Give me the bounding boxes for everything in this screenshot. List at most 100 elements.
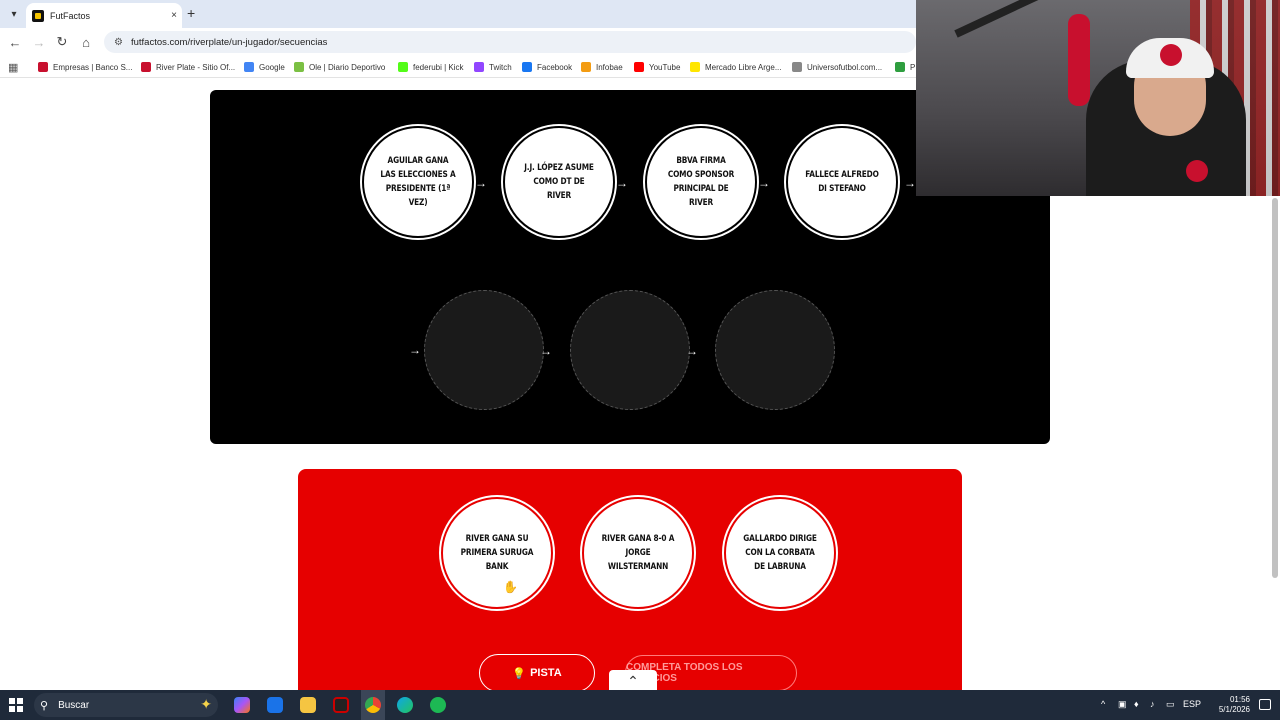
sequence-slot-filled[interactable]: J.J. LÓPEZ ASUME COMO DT DE RIVER	[503, 126, 615, 238]
chrome-icon[interactable]	[365, 697, 381, 713]
spotify-icon[interactable]	[430, 697, 446, 713]
hint-button[interactable]: 💡 PISTA	[479, 654, 595, 692]
bookmark-label: federubi | Kick	[413, 62, 464, 72]
bookmark-icon	[474, 62, 484, 72]
bookmark-label: Infobae	[596, 62, 623, 72]
tray-app-icon[interactable]: ▣	[1118, 699, 1127, 710]
futfactos-favicon-icon	[32, 9, 44, 22]
sequence-slot-empty[interactable]	[424, 290, 544, 410]
windows-start-icon[interactable]	[9, 698, 23, 712]
bookmark-item[interactable]: Google	[244, 60, 285, 74]
sequence-slot-empty[interactable]	[715, 290, 835, 410]
scroll-up-chevron-icon[interactable]: ⌃	[609, 670, 657, 692]
bookmark-label: Twitch	[489, 62, 512, 72]
bookmark-item[interactable]: Ole | Diario Deportivo	[294, 60, 385, 74]
microphone-tray-icon[interactable]: ♦	[1134, 699, 1139, 709]
option-text: GALLARDO DIRIGE CON LA CORBATA DE LABRUN…	[743, 534, 817, 572]
windows-taskbar: ⚲ Buscar ✦ ^ ▣ ♦ ♪ ▭ ESP 01:56 5/1/2026	[0, 690, 1280, 720]
url-text: futfactos.com/riverplate/un-jugador/secu…	[130, 36, 328, 48]
sequence-slot-filled[interactable]: AGUILAR GANA LAS ELECCIONES A PRESIDENTE…	[362, 126, 474, 238]
obs-icon[interactable]	[333, 697, 349, 713]
url-input[interactable]: ⚙ futfactos.com/riverplate/un-jugador/se…	[104, 31, 916, 53]
tab-list-icon[interactable]: ▾	[5, 5, 23, 23]
clock[interactable]: 01:56 5/1/2026	[1219, 695, 1250, 715]
bookmark-icon	[581, 62, 591, 72]
lightbulb-icon: 💡	[512, 667, 527, 680]
tab-futfactos[interactable]: FutFactos ×	[26, 3, 182, 28]
bookmark-item[interactable]: Empresas | Banco S...	[38, 60, 132, 74]
bookmark-item[interactable]: Universofutbol.com...	[792, 60, 882, 74]
option-text: RIVER GANA SU PRIMERA SURUGA BANK	[460, 534, 534, 572]
bookmark-label: YouTube	[649, 62, 681, 72]
bookmark-icon	[141, 62, 151, 72]
event-text: J.J. LÓPEZ ASUME COMO DT DE RIVER	[524, 163, 594, 201]
event-text: AGUILAR GANA LAS ELECCIONES A PRESIDENTE…	[380, 156, 456, 208]
arrow-right-icon: →	[904, 176, 916, 190]
bookmark-icon	[244, 62, 254, 72]
bookmark-item[interactable]: Infobae	[581, 60, 623, 74]
file-explorer-icon[interactable]	[300, 697, 316, 713]
clock-date: 5/1/2026	[1218, 705, 1250, 714]
event-text: FALLECE ALFREDO DI STEFANO	[805, 170, 879, 194]
webcam-overlay	[916, 0, 1280, 196]
search-placeholder: Buscar	[58, 699, 90, 711]
bookmark-icon	[895, 62, 905, 72]
tab-title: FutFactos	[50, 10, 91, 21]
bookmark-icon	[38, 62, 48, 72]
option-card[interactable]: RIVER GANA 8-0 A JORGE WILSTERMANN	[582, 497, 694, 609]
bookmark-label: River Plate - Sitio Of...	[156, 62, 236, 72]
option-card[interactable]: GALLARDO DIRIGE CON LA CORBATA DE LABRUN…	[724, 497, 836, 609]
bookmark-icon	[792, 62, 802, 72]
forward-icon[interactable]: →	[30, 33, 48, 51]
bookmark-label: Empresas | Banco S...	[53, 62, 133, 72]
bookmark-item[interactable]: YouTube	[634, 60, 680, 74]
microphone-icon	[1068, 14, 1090, 106]
sequence-slot-filled[interactable]: BBVA FIRMA COMO SPONSOR PRINCIPAL DE RIV…	[645, 126, 757, 238]
page-scrollbar[interactable]	[1272, 198, 1278, 578]
arrow-right-icon: →	[475, 176, 487, 190]
bookmark-icon	[398, 62, 408, 72]
sparkle-icon: ✦	[200, 696, 212, 712]
bookmark-item[interactable]: Mercado Libre Arge...	[690, 60, 781, 74]
bookmark-label: Google	[259, 62, 285, 72]
bookmark-icon	[690, 62, 700, 72]
arrow-right-icon: →	[616, 176, 628, 190]
bookmark-label: Mercado Libre Arge...	[705, 62, 782, 72]
edge-icon[interactable]	[397, 697, 413, 713]
new-tab-button[interactable]: +	[187, 5, 195, 21]
hand-cursor-icon: ✋	[503, 580, 518, 594]
site-info-icon[interactable]: ⚙	[114, 37, 123, 48]
bookmark-item[interactable]: Twitch	[474, 60, 512, 74]
bookmark-item[interactable]: Facebook	[522, 60, 572, 74]
volume-icon[interactable]: ♪	[1150, 699, 1155, 709]
bookmark-icon	[522, 62, 532, 72]
bookmark-label: Universofutbol.com...	[807, 62, 883, 72]
language-indicator[interactable]: ESP	[1183, 699, 1201, 709]
network-icon[interactable]: ▭	[1166, 699, 1175, 710]
home-icon[interactable]: ⌂	[77, 33, 95, 51]
bookmark-label: Facebook	[537, 62, 573, 72]
option-card[interactable]: RIVER GANA SU PRIMERA SURUGA BANK	[441, 497, 553, 609]
search-icon: ⚲	[40, 699, 49, 712]
close-tab-icon[interactable]: ×	[166, 10, 182, 21]
taskbar-search-input[interactable]: ⚲ Buscar ✦	[34, 693, 218, 717]
arrow-right-icon: →	[758, 176, 770, 190]
notifications-icon[interactable]	[1259, 699, 1271, 710]
tray-chevron-up-icon[interactable]: ^	[1101, 699, 1105, 709]
sequence-slot-filled[interactable]: FALLECE ALFREDO DI STEFANO	[786, 126, 898, 238]
hint-label: PISTA	[530, 667, 562, 679]
bookmark-icon	[294, 62, 304, 72]
copilot-icon[interactable]	[234, 697, 250, 713]
option-text: RIVER GANA 8-0 A JORGE WILSTERMANN	[601, 534, 675, 572]
bookmark-item[interactable]: River Plate - Sitio Of...	[141, 60, 235, 74]
arrow-right-icon: →	[686, 344, 698, 358]
arrow-right-icon: →	[540, 344, 552, 358]
back-icon[interactable]: ←	[6, 33, 24, 51]
clock-time: 01:56	[1229, 695, 1250, 704]
sequence-slot-empty[interactable]	[570, 290, 690, 410]
bookmark-label: Ole | Diario Deportivo	[309, 62, 386, 72]
bookmark-item[interactable]: federubi | Kick	[398, 60, 464, 74]
reload-icon[interactable]: ↻	[53, 33, 71, 51]
outlook-icon[interactable]	[267, 697, 283, 713]
apps-grid-icon[interactable]: ▦	[8, 61, 18, 74]
